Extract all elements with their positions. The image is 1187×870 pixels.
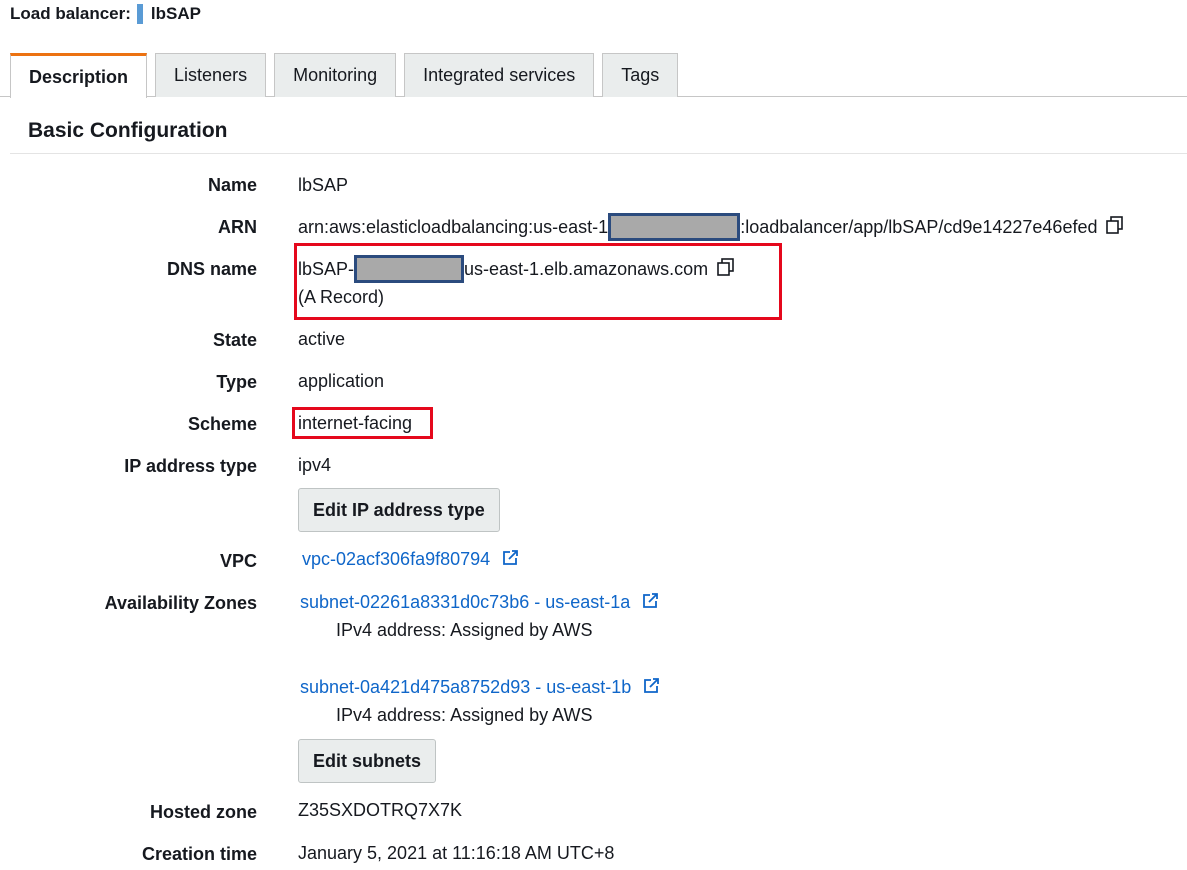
type-value: application xyxy=(298,371,385,391)
edit-ip-address-type-button[interactable]: Edit IP address type xyxy=(298,488,500,532)
page-title: Load balancer: lbSAP xyxy=(10,4,201,24)
copy-icon[interactable] xyxy=(1105,215,1125,240)
external-link-icon[interactable] xyxy=(642,677,660,700)
arn-label: ARN xyxy=(218,217,257,237)
tab-description[interactable]: Description xyxy=(10,53,148,98)
vpc-row: vpc-02acf306fa9f80794 xyxy=(302,549,519,572)
creation-time-value: January 5, 2021 at 11:16:18 AM UTC+8 xyxy=(298,843,615,863)
creation-time-label: Creation time xyxy=(141,844,257,864)
section-divider xyxy=(10,153,1187,154)
state-value: active xyxy=(298,329,346,349)
title-accent-bar xyxy=(136,4,143,24)
arn-prefix: arn:aws:elasticloadbalancing:us-east-1 xyxy=(298,216,609,237)
copy-icon[interactable] xyxy=(716,257,736,282)
arn-value: arn:aws:elasticloadbalancing:us-east-1 :… xyxy=(298,211,1125,243)
load-balancer-name: lbSAP xyxy=(150,4,201,23)
vpc-link[interactable]: vpc-02acf306fa9f80794 xyxy=(302,549,490,569)
title-prefix: Load balancer: xyxy=(10,4,131,23)
arn-redaction xyxy=(608,213,741,241)
subnet-ipv4-1a: IPv4 address: Assigned by AWS xyxy=(336,620,593,640)
type-label: Type xyxy=(216,372,257,392)
subnet-link-1b[interactable]: subnet-0a421d475a8752d93 - us-east-1b xyxy=(300,677,631,697)
tab-bar: Description Listeners Monitoring Integra… xyxy=(10,53,686,98)
subnet-ipv4-1b: IPv4 address: Assigned by AWS xyxy=(336,705,593,725)
tab-integrated-services[interactable]: Integrated services xyxy=(404,53,595,97)
subnet-row: subnet-02261a8331d0c73b6 - us-east-1a xyxy=(300,592,659,615)
dns-label: DNS name xyxy=(166,259,257,279)
external-link-icon[interactable] xyxy=(501,549,519,572)
edit-subnets-button[interactable]: Edit subnets xyxy=(298,739,437,783)
state-label: State xyxy=(212,330,257,350)
hosted-zone-label: Hosted zone xyxy=(149,802,257,822)
tab-monitoring[interactable]: Monitoring xyxy=(274,53,397,97)
dns-suffix: us-east-1.elb.amazonaws.com xyxy=(464,258,709,279)
subnet-link-1a[interactable]: subnet-02261a8331d0c73b6 - us-east-1a xyxy=(300,592,630,612)
scheme-label: Scheme xyxy=(187,414,257,434)
dns-prefix: lbSAP- xyxy=(298,258,355,279)
ip-type-value: ipv4 xyxy=(298,455,332,475)
name-label: Name xyxy=(207,175,257,195)
vpc-label: VPC xyxy=(219,551,257,571)
dns-redaction xyxy=(354,255,465,283)
dns-value: lbSAP- us-east-1.elb.amazonaws.com xyxy=(298,253,736,285)
subnet-row: subnet-0a421d475a8752d93 - us-east-1b xyxy=(300,677,660,700)
tab-tags[interactable]: Tags xyxy=(602,53,679,97)
name-value: lbSAP xyxy=(298,175,349,195)
hosted-zone-value: Z35SXDOTRQ7X7K xyxy=(298,800,463,820)
tab-listeners[interactable]: Listeners xyxy=(155,53,267,97)
dns-record-type: (A Record) xyxy=(298,287,385,307)
az-label: Availability Zones xyxy=(104,593,257,613)
external-link-icon[interactable] xyxy=(641,592,659,615)
scheme-value: internet-facing xyxy=(298,413,413,433)
arn-suffix: :loadbalancer/app/lbSAP/cd9e14227e46efed xyxy=(740,216,1098,237)
section-title: Basic Configuration xyxy=(28,119,228,142)
ip-type-label: IP address type xyxy=(124,456,257,476)
